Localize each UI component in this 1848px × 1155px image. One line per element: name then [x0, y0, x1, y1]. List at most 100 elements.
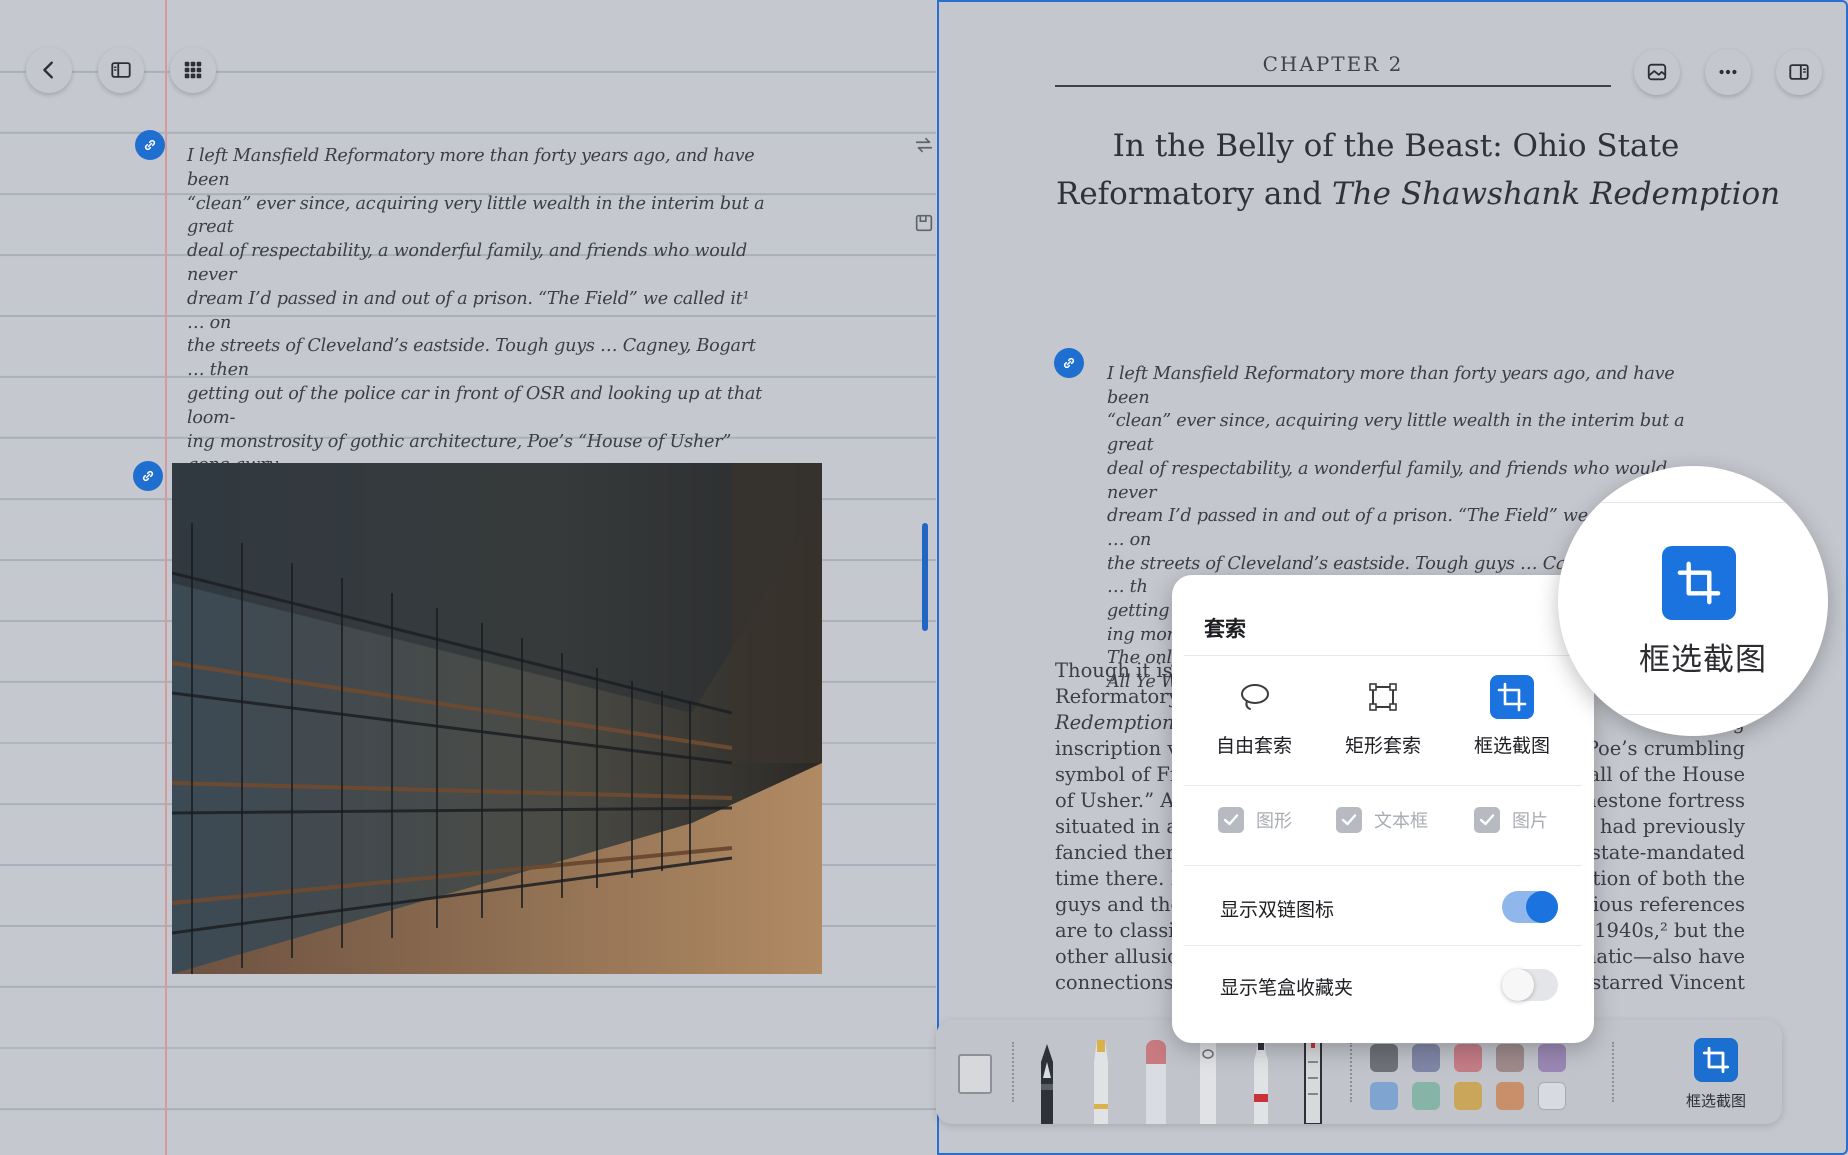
image-button[interactable] — [1634, 49, 1680, 95]
rect-lasso-icon — [1361, 675, 1405, 719]
magnifier-callout: 框选截图 — [1558, 466, 1828, 736]
body-line-end: tion of both the — [1592, 867, 1745, 890]
sidebar-toggle-button[interactable] — [98, 47, 144, 93]
body-line-end: mestone fortress — [1578, 789, 1745, 812]
mode-label: 自由套索 — [1215, 735, 1292, 757]
lasso-mode-options: 自由套索 矩形套索 框选截图 — [1172, 675, 1594, 765]
backlink-badge[interactable] — [1054, 348, 1084, 378]
toolbar-divider — [1012, 1042, 1014, 1102]
mode-label: 框选截图 — [1473, 735, 1550, 757]
sidebar-icon — [111, 62, 131, 78]
chapter-label: CHAPTER 2 — [1262, 52, 1404, 76]
margin-line — [165, 0, 167, 1155]
checkbox-icon[interactable] — [1474, 807, 1500, 833]
divider — [1184, 655, 1582, 656]
swap-icon[interactable] — [913, 134, 935, 156]
backlink-badge[interactable] — [133, 461, 163, 491]
color-swatch[interactable] — [1370, 1044, 1398, 1072]
backlink-icon-toggle[interactable] — [1502, 891, 1558, 923]
toggle-label: 显示双链图标 — [1220, 899, 1335, 921]
crop-tool-label: 框选截图 — [1685, 1092, 1746, 1110]
eraser-icon[interactable] — [1140, 1040, 1172, 1124]
body-line-end: 1940s,² but the — [1594, 919, 1745, 942]
body-line-start: Though it isn — [1055, 659, 1186, 682]
body-line-end: o had previously — [1582, 815, 1745, 838]
checkbox-icon[interactable] — [1336, 807, 1362, 833]
chapter-title-italic: The Shawshank Redemption — [1331, 176, 1781, 212]
mode-free-lasso[interactable]: 自由套索 — [1194, 675, 1314, 758]
toggle-row-penbox: 显示笔盒收藏夹 — [1172, 955, 1594, 1015]
color-swatch[interactable] — [1454, 1044, 1482, 1072]
mode-rect-lasso[interactable]: 矩形套索 — [1323, 675, 1443, 758]
page-tool[interactable] — [958, 1054, 992, 1094]
color-swatch[interactable] — [1538, 1044, 1566, 1072]
chapter-title: In the Belly of the Beast: Ohio State Re… — [1056, 122, 1780, 218]
filter-images[interactable]: 图片 — [1474, 807, 1548, 833]
filter-textbox[interactable]: 文本框 — [1336, 807, 1428, 833]
chapter-title-line2: Reformatory and The Shawshank Redemption — [1056, 170, 1780, 218]
divider — [1184, 945, 1582, 946]
body-line-end: Poe’s crumbling — [1585, 737, 1745, 760]
divider — [1184, 865, 1582, 866]
page-icon[interactable] — [913, 212, 935, 234]
lasso-popup: 套索 ★ 自由套索 矩形套索 框选截图 图形 — [1172, 575, 1594, 1043]
divider — [1184, 785, 1582, 786]
body-line-end: e state-mandated — [1573, 841, 1745, 864]
checkbox-icon[interactable] — [1218, 807, 1244, 833]
more-button[interactable] — [1705, 49, 1751, 95]
body-line-start: time there. Li — [1055, 867, 1190, 890]
split-view-icon — [1789, 64, 1809, 80]
cellblock-illustration — [172, 463, 822, 974]
marker-icon[interactable] — [1246, 1038, 1276, 1124]
toggle-label: 显示笔盒收藏夹 — [1220, 977, 1354, 999]
color-swatch[interactable] — [1538, 1082, 1566, 1110]
more-dots-icon — [1719, 69, 1737, 75]
split-view-button[interactable] — [1776, 49, 1822, 95]
divider — [1558, 502, 1828, 503]
magnifier-label: 框选截图 — [1639, 642, 1767, 678]
link-icon — [142, 470, 154, 482]
body-line-end: starred Vincent — [1591, 971, 1745, 994]
scrollbar[interactable] — [922, 523, 928, 631]
grid-view-button[interactable] — [170, 47, 216, 93]
toggle-row-backlinks: 显示双链图标 — [1172, 877, 1594, 937]
filter-shapes[interactable]: 图形 — [1218, 807, 1292, 833]
ruler-pen-icon[interactable] — [1298, 1032, 1328, 1124]
toggle-knob — [1526, 891, 1558, 923]
color-swatch[interactable] — [1370, 1082, 1398, 1110]
crop-icon — [1490, 675, 1534, 719]
link-icon — [144, 139, 156, 151]
mode-label: 矩形套索 — [1344, 735, 1421, 757]
lasso-icon — [1232, 675, 1276, 719]
body-line-end: vious references — [1581, 893, 1745, 916]
filter-label: 图形 — [1256, 811, 1292, 832]
grid-icon — [184, 61, 202, 79]
toolbar-divider — [1612, 1042, 1614, 1102]
toolbar-divider — [1350, 1042, 1352, 1102]
crop-icon — [1702, 1046, 1730, 1074]
fountain-pen-icon[interactable] — [1032, 1044, 1062, 1124]
color-swatch[interactable] — [1412, 1082, 1440, 1110]
chapter-title-plain: Reformatory and — [1056, 176, 1332, 212]
color-swatch[interactable] — [1496, 1044, 1524, 1072]
color-swatch[interactable] — [1496, 1082, 1524, 1110]
notebook-pane[interactable]: I left Mansfield Reformatory more than f… — [0, 0, 936, 1155]
body-line-end: matic—also have — [1577, 945, 1745, 968]
penbox-favorites-toggle[interactable] — [1502, 969, 1558, 1001]
filter-label: 图片 — [1512, 811, 1548, 832]
chapter-title-line1: In the Belly of the Beast: Ohio State — [1112, 128, 1680, 164]
prison-cellblock-photo[interactable] — [172, 463, 822, 974]
back-button[interactable] — [26, 47, 72, 93]
highlighter-icon[interactable] — [1086, 1040, 1116, 1124]
toggle-knob — [1502, 969, 1534, 1001]
crop-tool-button[interactable] — [1694, 1038, 1738, 1082]
filter-label: 文本框 — [1374, 811, 1428, 832]
divider — [1558, 714, 1828, 715]
backlink-badge[interactable] — [135, 130, 165, 160]
color-swatch[interactable] — [1412, 1044, 1440, 1072]
color-swatch[interactable] — [1454, 1082, 1482, 1110]
image-icon — [1647, 63, 1667, 81]
selection-filters: 图形 文本框 图片 — [1172, 807, 1594, 847]
chevron-left-icon — [43, 61, 53, 79]
chapter-rule — [1055, 85, 1611, 87]
